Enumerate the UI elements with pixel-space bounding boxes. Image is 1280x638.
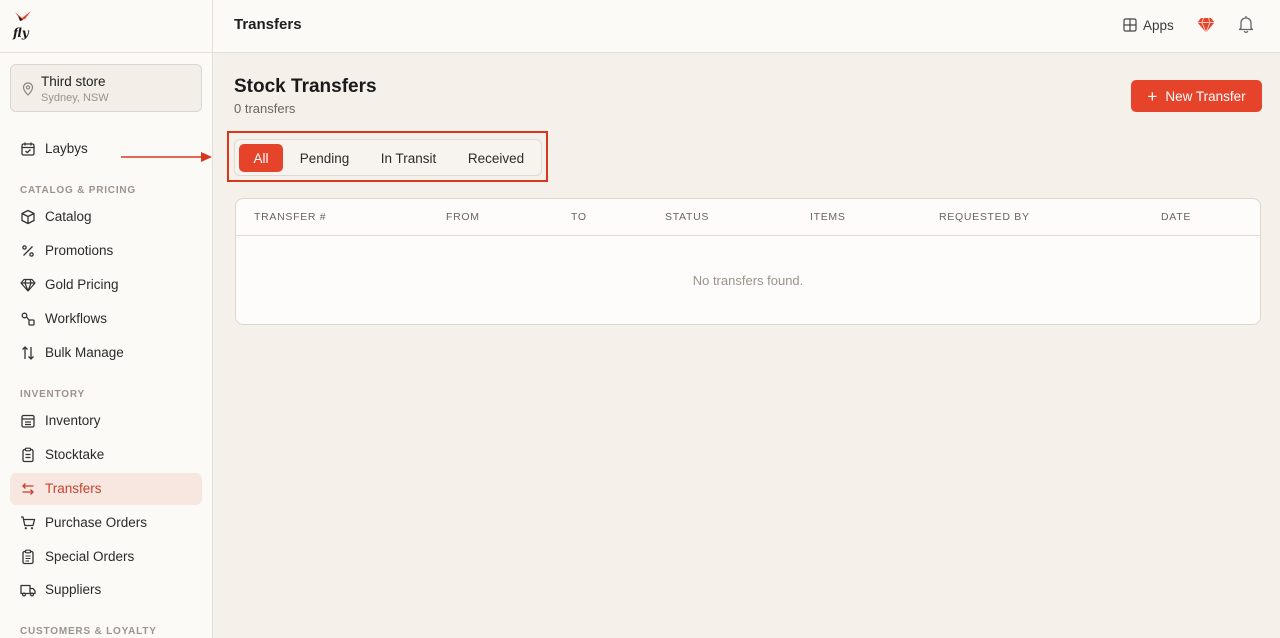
annotation-arrow: [121, 152, 212, 162]
sidebar-item-gold-pricing[interactable]: Gold Pricing: [10, 269, 202, 301]
sidebar-divider: [0, 52, 212, 53]
fly-logo[interactable]: fly: [12, 10, 36, 40]
new-transfer-label: New Transfer: [1165, 88, 1246, 104]
sidebar-item-label: Transfers: [45, 481, 102, 496]
column-header-transfer[interactable]: TRANSFER #: [254, 211, 326, 223]
diamond-icon: [20, 278, 36, 292]
sidebar-item-label: Stocktake: [45, 447, 105, 462]
table-header: TRANSFER # FROM TO STATUS ITEMS REQUESTE…: [236, 199, 1260, 236]
gem-button[interactable]: [1196, 15, 1216, 35]
sidebar-item-stocktake[interactable]: Stocktake: [10, 439, 202, 471]
store-selector[interactable]: Third store Sydney, NSW: [10, 64, 202, 112]
cube-icon: [21, 209, 35, 225]
sidebar-item-label: Workflows: [45, 311, 108, 326]
section-customers-loyalty: CUSTOMERS & LOYALTY: [20, 626, 157, 637]
clipboard-list-icon: [22, 549, 34, 565]
sidebar-item-bulk-manage[interactable]: Bulk Manage: [10, 337, 202, 369]
section-catalog-pricing: CATALOG & PRICING: [20, 185, 137, 196]
sidebar-item-label: Special Orders: [45, 549, 135, 564]
plus-icon: +: [1147, 86, 1158, 106]
sidebar-item-inventory[interactable]: Inventory: [10, 405, 202, 437]
column-header-items[interactable]: ITEMS: [810, 211, 846, 223]
workflow-icon: [21, 312, 35, 326]
clipboard-icon: [22, 447, 34, 463]
calendar-check-icon: [21, 142, 35, 156]
top-bar: Transfers Apps: [213, 0, 1280, 53]
sidebar-item-transfers[interactable]: Transfers: [10, 473, 202, 505]
store-name: Third store: [41, 74, 106, 89]
column-header-to[interactable]: TO: [571, 211, 587, 223]
new-transfer-button[interactable]: + New Transfer: [1131, 80, 1262, 112]
gem-icon: [1197, 17, 1215, 34]
header-title: Transfers: [234, 16, 302, 33]
transfer-arrows-icon: [22, 483, 34, 495]
column-header-from[interactable]: FROM: [446, 211, 480, 223]
apps-button[interactable]: Apps: [1123, 15, 1174, 35]
sidebar-item-label: Catalog: [45, 209, 92, 224]
empty-state-message: No transfers found.: [692, 273, 804, 288]
sidebar-item-suppliers[interactable]: Suppliers: [10, 574, 202, 606]
archive-icon: [21, 414, 35, 428]
sidebar-item-special-orders[interactable]: Special Orders: [10, 541, 202, 573]
percent-icon: [22, 245, 34, 257]
notifications-button[interactable]: [1236, 14, 1256, 34]
transfers-table: TRANSFER # FROM TO STATUS ITEMS REQUESTE…: [235, 198, 1261, 325]
sidebar-item-catalog[interactable]: Catalog: [10, 201, 202, 233]
sidebar-item-label: Purchase Orders: [45, 515, 148, 530]
bell-icon: [1238, 16, 1254, 34]
sidebar-item-purchase-orders[interactable]: Purchase Orders: [10, 507, 202, 539]
sidebar-item-label: Promotions: [45, 243, 114, 258]
sidebar-item-promotions[interactable]: Promotions: [10, 235, 202, 267]
sidebar-item-workflows[interactable]: Workflows: [10, 303, 202, 335]
page-title: Stock Transfers: [234, 76, 377, 97]
sidebar: fly Third store Sydney, NSW Laybys CATAL…: [0, 0, 213, 638]
column-header-date[interactable]: DATE: [1161, 211, 1191, 223]
sort-arrows-icon: [22, 346, 34, 360]
sidebar-item-label: Inventory: [45, 413, 101, 428]
tab-all[interactable]: All: [239, 144, 283, 172]
column-header-status[interactable]: STATUS: [665, 211, 709, 223]
tab-pending[interactable]: Pending: [287, 144, 362, 172]
sidebar-item-label: Suppliers: [45, 582, 102, 597]
cart-icon: [21, 516, 36, 530]
tab-in-transit[interactable]: In Transit: [366, 144, 451, 172]
grid-icon: [1123, 18, 1137, 32]
store-location: Sydney, NSW: [41, 92, 109, 104]
status-filter-tabs: All Pending In Transit Received: [234, 139, 542, 176]
section-inventory: INVENTORY: [20, 389, 85, 400]
truck-icon: [20, 584, 36, 597]
logo-text: fly: [12, 26, 30, 40]
sidebar-item-label: Bulk Manage: [45, 345, 124, 360]
column-header-requested-by[interactable]: REQUESTED BY: [939, 211, 1030, 223]
sidebar-item-label: Laybys: [45, 141, 88, 156]
apps-label: Apps: [1143, 17, 1174, 33]
tab-received[interactable]: Received: [455, 144, 537, 172]
sidebar-item-label: Gold Pricing: [45, 277, 119, 292]
transfer-count: 0 transfers: [234, 101, 296, 116]
map-pin-icon: [22, 82, 34, 96]
